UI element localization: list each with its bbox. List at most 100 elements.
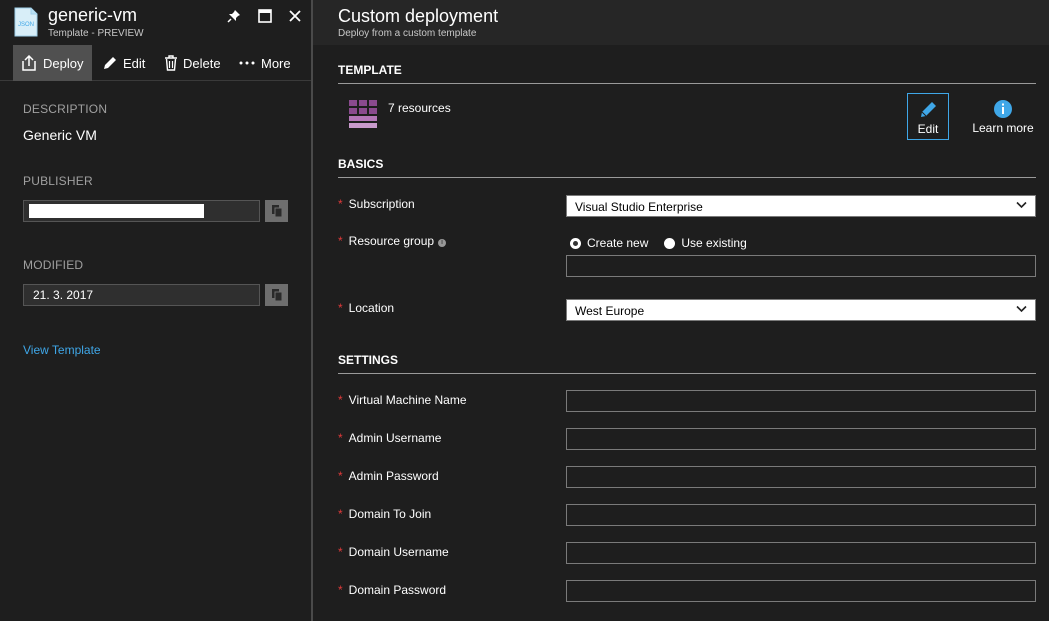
learn-more-button[interactable]: Learn more [968, 98, 1038, 138]
domain-to-join-label: * Domain To Join [338, 507, 431, 521]
location-value: West Europe [575, 304, 645, 318]
delete-button[interactable]: Delete [164, 45, 221, 81]
location-dropdown[interactable]: West Europe [566, 299, 1036, 321]
close-icon [289, 10, 301, 22]
settings-section-heading: SETTINGS [338, 353, 1036, 374]
pencil-icon [921, 102, 936, 117]
chevron-down-icon [1016, 201, 1027, 209]
admin-password-input[interactable] [566, 466, 1036, 488]
required-marker: * [338, 393, 343, 407]
vm-name-label: * Virtual Machine Name [338, 393, 467, 407]
resource-group-label: * Resource group i [338, 234, 447, 248]
deploy-icon [22, 55, 36, 71]
admin-username-input[interactable] [566, 428, 1036, 450]
resource-group-radio-group: Create new Use existing [570, 236, 763, 250]
use-existing-label: Use existing [681, 236, 747, 250]
required-marker: * [338, 301, 343, 315]
pin-button[interactable] [224, 6, 244, 26]
create-new-label: Create new [587, 236, 649, 250]
modified-field[interactable]: 21. 3. 2017 [23, 284, 260, 306]
blade-title: generic-vm [48, 5, 138, 25]
close-button[interactable] [285, 6, 305, 26]
vm-name-label-text: Virtual Machine Name [348, 393, 467, 407]
deploy-button[interactable]: Deploy [13, 45, 92, 81]
location-label-text: Location [348, 301, 395, 315]
domain-to-join-input[interactable] [566, 504, 1036, 526]
template-section-heading: TEMPLATE [338, 63, 1036, 84]
copy-modified-button[interactable] [265, 284, 288, 306]
required-marker: * [338, 545, 343, 559]
info-icon[interactable]: i [438, 239, 447, 247]
maximize-button[interactable] [255, 6, 275, 26]
copy-publisher-button[interactable] [265, 200, 288, 222]
vm-name-input[interactable] [566, 390, 1036, 412]
use-existing-radio[interactable]: Use existing [664, 236, 747, 250]
required-marker: * [338, 583, 343, 597]
create-new-radio[interactable]: Create new [570, 236, 648, 250]
description-value: Generic VM [23, 127, 97, 143]
radio-unchecked-icon [664, 237, 676, 249]
command-bar: Deploy Edit Delete More [0, 45, 311, 81]
required-marker: * [338, 197, 343, 211]
ellipsis-icon [239, 61, 255, 65]
template-blade: JSON generic-vm Template - PREVIEW Deplo… [0, 0, 311, 621]
custom-deployment-header: Custom deployment Deploy from a custom t… [313, 0, 1049, 45]
publisher-field[interactable] [23, 200, 260, 222]
publisher-label: PUBLISHER [23, 174, 93, 188]
edit-button[interactable]: Edit [102, 45, 145, 81]
edit-label: Edit [123, 55, 146, 71]
custom-deployment-blade: Custom deployment Deploy from a custom t… [313, 0, 1049, 621]
admin-username-label-text: Admin Username [348, 431, 442, 445]
resources-icon [349, 100, 377, 128]
more-button[interactable]: More [238, 45, 291, 81]
domain-password-input[interactable] [566, 580, 1036, 602]
description-label: DESCRIPTION [23, 102, 108, 116]
admin-password-label-text: Admin Password [348, 469, 439, 483]
more-label: More [261, 55, 291, 71]
json-icon-label: JSON [18, 22, 34, 28]
deployment-title: Custom deployment [338, 6, 499, 26]
pin-icon [227, 10, 240, 23]
radio-checked-icon [570, 237, 581, 249]
template-blade-header: JSON generic-vm Template - PREVIEW [0, 0, 311, 45]
resources-count: 7 resources [388, 101, 451, 115]
subscription-label-text: Subscription [348, 197, 415, 211]
required-marker: * [338, 507, 343, 521]
subscription-label: * Subscription [338, 197, 415, 211]
domain-password-label-text: Domain Password [348, 583, 447, 597]
admin-username-label: * Admin Username [338, 431, 441, 445]
edit-template-button[interactable]: Edit [907, 93, 949, 140]
deploy-label: Deploy [43, 55, 84, 71]
resource-group-label-text: Resource group [348, 234, 435, 248]
deployment-subtitle: Deploy from a custom template [338, 28, 477, 39]
basics-section-heading: BASICS [338, 157, 1036, 178]
blade-subtitle: Template - PREVIEW [48, 28, 144, 39]
modified-label: MODIFIED [23, 258, 84, 272]
required-marker: * [338, 469, 343, 483]
maximize-icon [258, 9, 272, 23]
pencil-icon [104, 57, 116, 69]
publisher-redaction [29, 204, 204, 218]
required-marker: * [338, 234, 343, 248]
learn-more-label: Learn more [972, 121, 1034, 135]
domain-username-input[interactable] [566, 542, 1036, 564]
domain-password-label: * Domain Password [338, 583, 446, 597]
subscription-value: Visual Studio Enterprise [575, 200, 703, 214]
trash-icon [165, 55, 177, 71]
copy-icon [271, 289, 282, 302]
domain-username-label: * Domain Username [338, 545, 449, 559]
domain-to-join-label-text: Domain To Join [348, 507, 432, 521]
info-icon [994, 100, 1012, 118]
subscription-dropdown[interactable]: Visual Studio Enterprise [566, 195, 1036, 217]
admin-password-label: * Admin Password [338, 469, 439, 483]
view-template-link[interactable]: View Template [23, 343, 101, 357]
resource-group-input[interactable] [566, 255, 1036, 277]
delete-label: Delete [183, 55, 221, 71]
domain-username-label-text: Domain Username [348, 545, 449, 559]
json-file-icon: JSON [14, 7, 38, 37]
edit-tile-label: Edit [917, 122, 939, 136]
copy-icon [271, 205, 282, 218]
required-marker: * [338, 431, 343, 445]
location-label: * Location [338, 301, 394, 315]
chevron-down-icon [1016, 305, 1027, 313]
